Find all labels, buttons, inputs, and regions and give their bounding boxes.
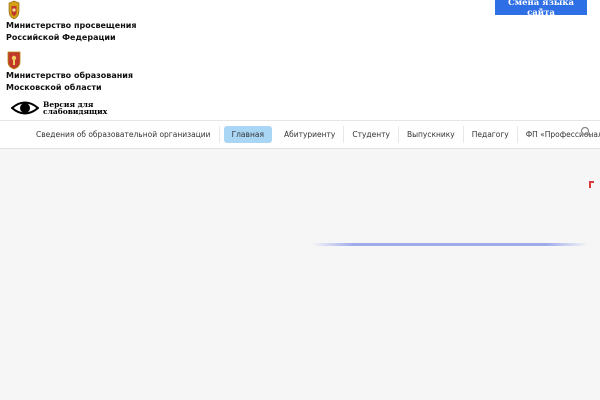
org-ministry-education-mo[interactable]: Министерство образования Московской обла…: [6, 50, 133, 92]
content-divider: [312, 243, 588, 246]
nav-item-about[interactable]: Сведения об образовательной организации: [28, 126, 220, 143]
search-icon[interactable]: [580, 126, 592, 138]
moscow-region-emblem-icon: [7, 51, 21, 70]
eye-icon: [11, 101, 39, 115]
org-name-line2: Московской области: [6, 83, 102, 92]
org-name: Министерство образования Московской обла…: [6, 70, 133, 94]
org-name-line1: Министерство просвещения: [6, 21, 137, 30]
site-header: Министерство просвещения Российской Феде…: [0, 0, 600, 120]
main-nav: Сведения об образовательной организации …: [0, 120, 600, 149]
org-name: Министерство просвещения Российской Феде…: [6, 20, 136, 44]
org-name-line2: Российской Федерации: [6, 33, 116, 42]
org-ministry-education-rf[interactable]: Министерство просвещения Российской Феде…: [6, 0, 136, 42]
coat-of-arms-icon: [8, 0, 20, 20]
nav-item-graduate[interactable]: Выпускнику: [399, 126, 464, 143]
vision-label-line2: слабовидящих: [43, 107, 108, 116]
vision-impaired-version-link[interactable]: Версия для слабовидящих: [11, 100, 107, 116]
nav-item-applicant[interactable]: Абитуриенту: [276, 126, 345, 143]
nav-item-teacher[interactable]: Педагогу: [464, 126, 518, 143]
change-language-button[interactable]: Смена языка сайта: [495, 0, 587, 18]
nav-item-student[interactable]: Студенту: [344, 126, 399, 143]
red-marker-icon: [589, 181, 594, 188]
org-name-line1: Министерство образования: [6, 71, 134, 80]
nav-item-home[interactable]: Главная: [223, 126, 272, 143]
vision-label: Версия для слабовидящих: [43, 101, 108, 116]
